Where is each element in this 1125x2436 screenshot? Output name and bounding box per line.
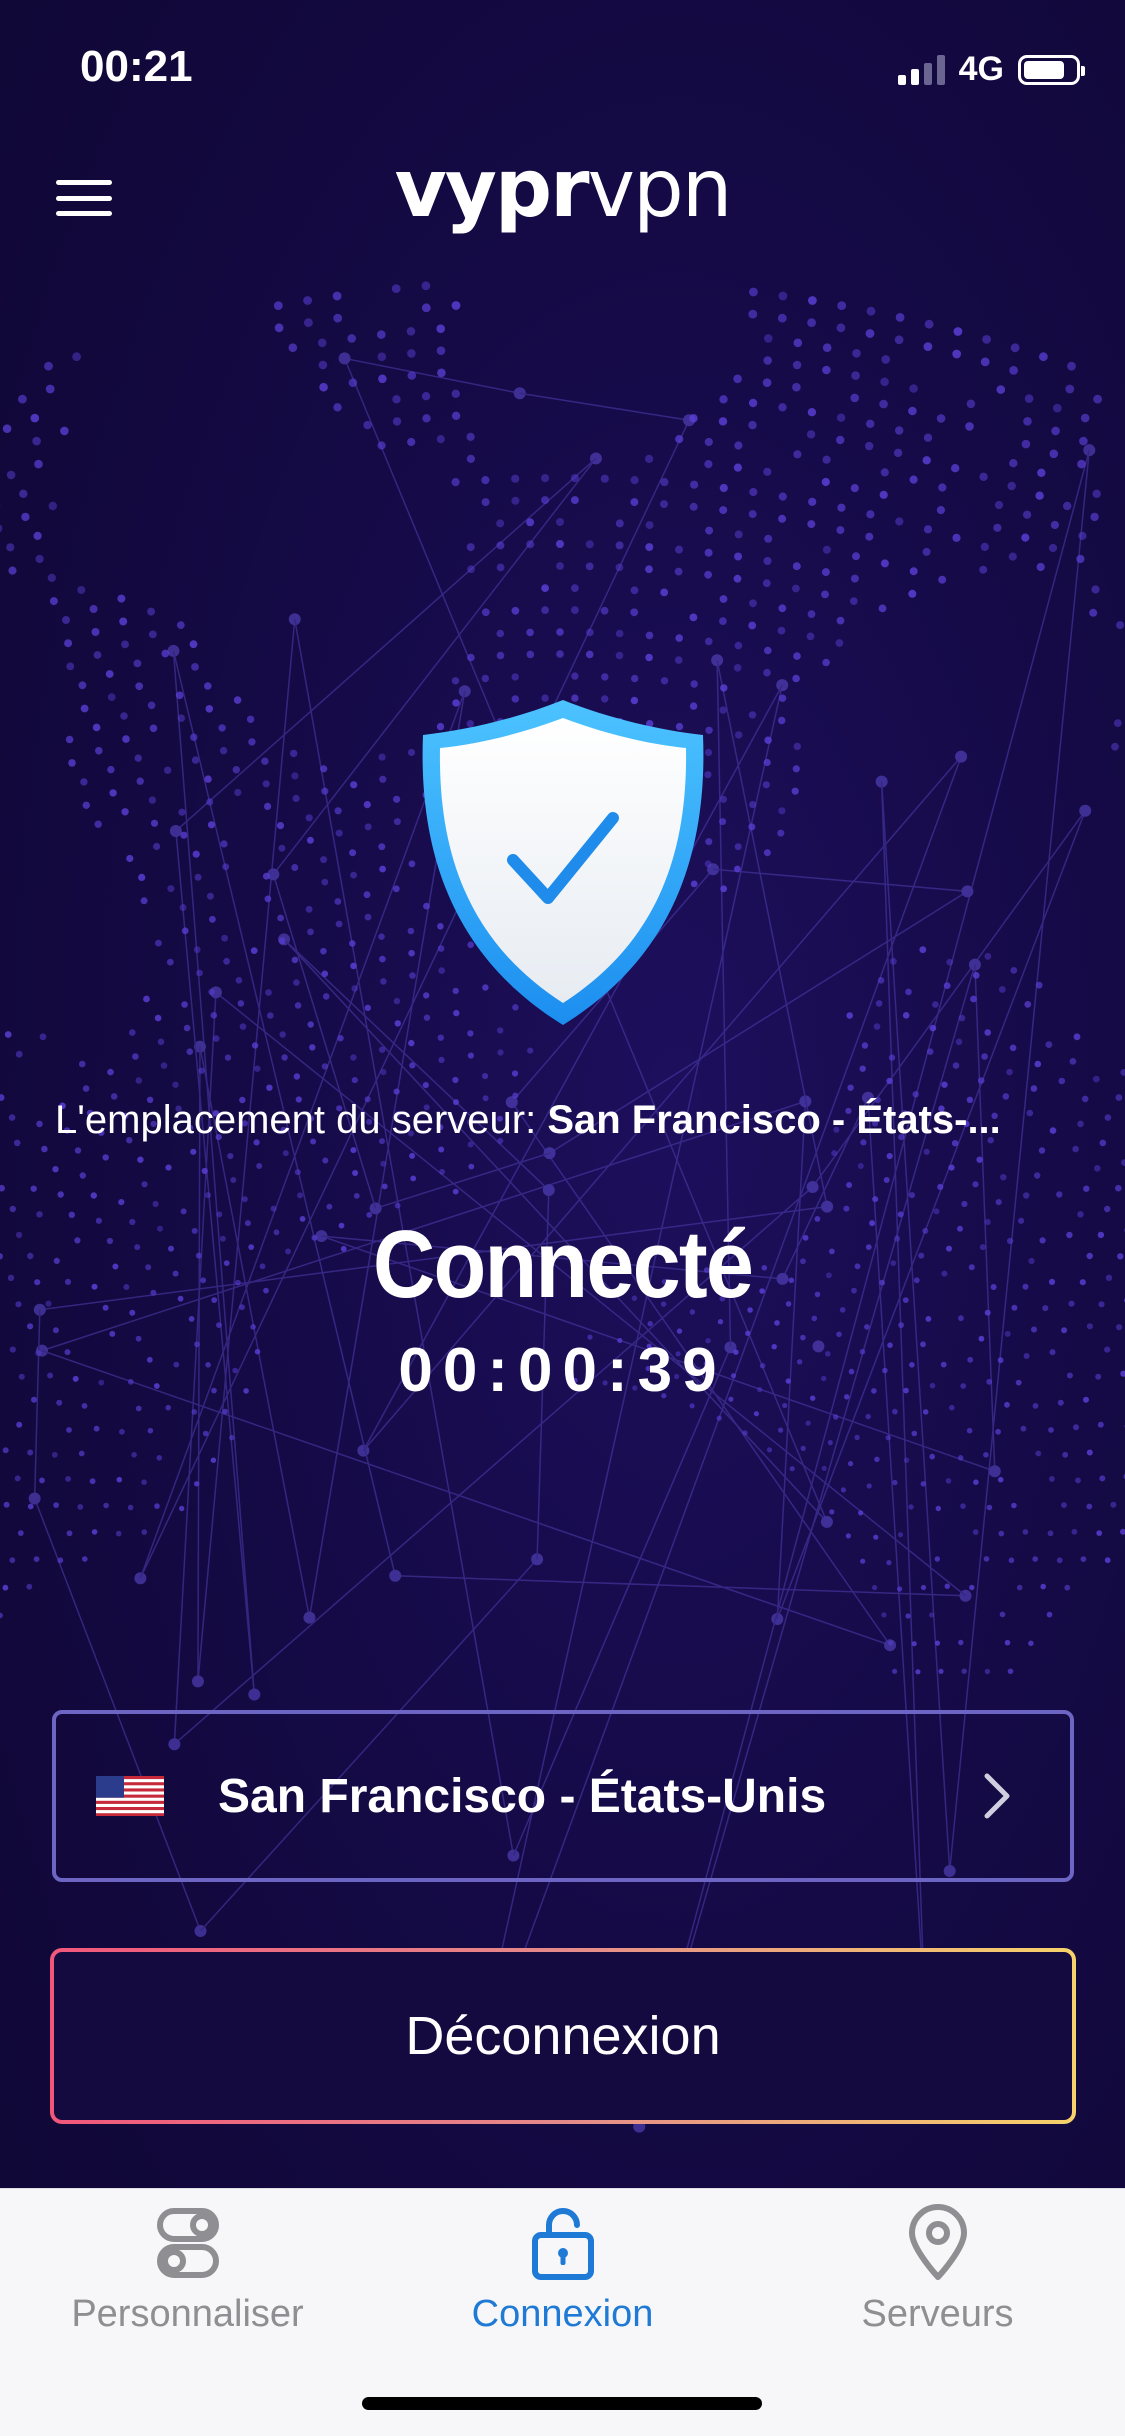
server-location-value: San Francisco - États-... bbox=[547, 1098, 1001, 1142]
tab-label-connexion: Connexion bbox=[471, 2293, 654, 2335]
battery-icon bbox=[1018, 54, 1085, 85]
lock-open-icon bbox=[531, 2208, 594, 2280]
us-flag-icon bbox=[96, 1776, 164, 1816]
disconnect-button[interactable]: Déconnexion bbox=[50, 1948, 1076, 2124]
status-time: 00:21 bbox=[80, 42, 193, 91]
server-location-line: L'emplacement du serveur: San Francisco … bbox=[55, 1098, 1095, 1143]
server-select-button[interactable]: San Francisco - États-Unis bbox=[52, 1710, 1074, 1882]
vyprvpn-logo: vyprvpn bbox=[0, 142, 1125, 235]
signal-strength-icon bbox=[897, 54, 945, 85]
logo-light-text: vpn bbox=[587, 142, 733, 235]
map-pin-icon bbox=[908, 2204, 967, 2280]
tab-label-personnaliser: Personnaliser bbox=[71, 2293, 304, 2335]
chevron-right-icon bbox=[984, 1773, 1010, 1819]
logo-bold-text: vypr bbox=[394, 142, 590, 235]
server-name: San Francisco - États-Unis bbox=[218, 1769, 827, 1823]
bottom-tab-bar: Personnaliser Connexion Serveurs bbox=[0, 2188, 1125, 2436]
vpn-connection-screen: 00:21 4G vyprvpn L'emplacement du serveu… bbox=[0, 0, 1125, 2436]
tab-serveurs[interactable]: Serveurs bbox=[750, 2203, 1125, 2336]
battery-level bbox=[1024, 60, 1064, 79]
shield-check-icon bbox=[422, 700, 704, 1025]
home-indicator bbox=[362, 2397, 762, 2410]
tab-connexion[interactable]: Connexion bbox=[375, 2203, 750, 2336]
tab-personnaliser[interactable]: Personnaliser bbox=[0, 2203, 375, 2336]
server-location-label: L'emplacement du serveur: bbox=[55, 1098, 548, 1142]
connection-timer: 00:00:39 bbox=[398, 1336, 727, 1405]
status-indicators: 4G bbox=[897, 50, 1085, 89]
toggles-icon bbox=[156, 2208, 219, 2278]
tab-label-serveurs: Serveurs bbox=[861, 2293, 1014, 2335]
connection-status: Connecté bbox=[372, 1211, 754, 1318]
network-type: 4G bbox=[958, 50, 1004, 88]
